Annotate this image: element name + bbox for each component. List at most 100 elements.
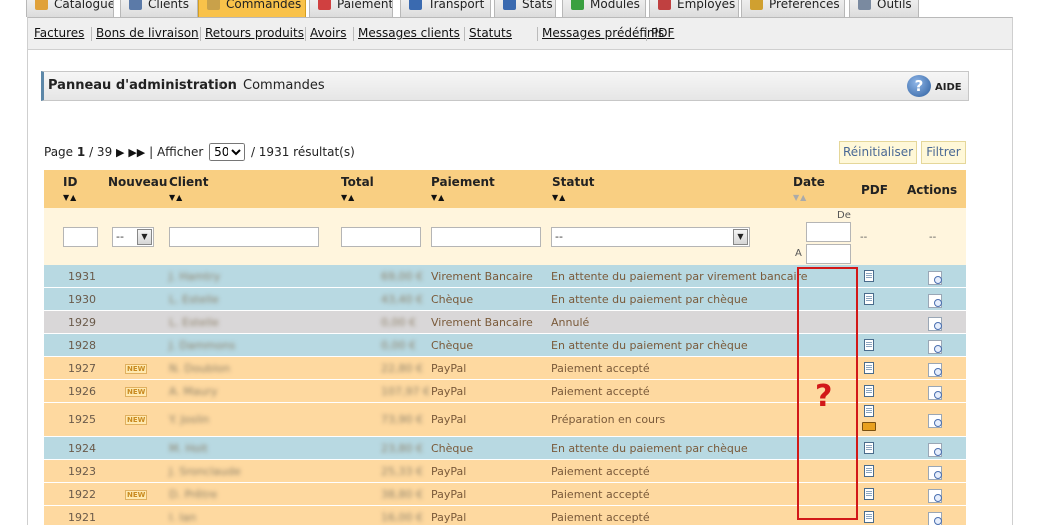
col-status[interactable]: Statut bbox=[552, 175, 595, 189]
filter-date-to-input[interactable] bbox=[806, 244, 851, 264]
order-total: 25,33 € bbox=[381, 465, 423, 478]
pdf-invoice-icon[interactable] bbox=[864, 511, 874, 523]
view-order-icon[interactable] bbox=[928, 489, 942, 503]
col-total[interactable]: Total bbox=[341, 175, 374, 189]
filter-new-select[interactable]: -- ▼ bbox=[112, 227, 154, 247]
order-status: Préparation en cours bbox=[551, 413, 666, 426]
order-total: 69,00 € bbox=[381, 270, 423, 283]
date-from-label: De bbox=[837, 210, 851, 221]
filter-row: -- ▼ -- ▼ De A -- -- bbox=[44, 208, 966, 265]
col-date[interactable]: Date bbox=[793, 175, 825, 189]
order-total: 38,80 € bbox=[381, 488, 423, 501]
col-client[interactable]: Client bbox=[169, 175, 208, 189]
view-order-icon[interactable] bbox=[928, 466, 942, 480]
order-total: 0,00 € bbox=[381, 316, 416, 329]
submenu-link-8[interactable]: PDF bbox=[651, 26, 674, 40]
submenu-link-5[interactable]: Messages clients bbox=[358, 26, 460, 40]
submenu-link-3[interactable]: Retours produits bbox=[205, 26, 304, 40]
view-order-icon[interactable] bbox=[928, 317, 942, 331]
per-page-select[interactable]: 50 bbox=[209, 143, 246, 161]
page-count: / 39 bbox=[89, 145, 113, 159]
reset-button[interactable]: Réinitialiser bbox=[839, 141, 917, 164]
filter-id-input[interactable] bbox=[63, 227, 98, 247]
sort-id-icon[interactable]: ▼▲ bbox=[63, 193, 77, 202]
pdf-invoice-icon[interactable] bbox=[864, 270, 874, 282]
submenu-link-1[interactable]: Factures bbox=[34, 26, 84, 40]
sort-client-icon[interactable]: ▼▲ bbox=[169, 193, 183, 202]
order-payment: Virement Bancaire bbox=[431, 316, 533, 329]
tab-clients[interactable]: Clients bbox=[120, 0, 198, 17]
order-status: Paiement accepté bbox=[551, 511, 650, 524]
view-order-icon[interactable] bbox=[928, 512, 942, 525]
submenu-link-2[interactable]: Bons de livraison bbox=[96, 26, 199, 40]
help-icon[interactable]: ? bbox=[907, 75, 931, 97]
order-payment: Chèque bbox=[431, 293, 474, 306]
order-client: J. Hamtry bbox=[169, 270, 221, 283]
view-order-icon[interactable] bbox=[928, 414, 942, 428]
filter-button[interactable]: Filtrer bbox=[921, 141, 966, 164]
order-status: En attente du paiement par chèque bbox=[551, 339, 748, 352]
order-total: 23,80 € bbox=[381, 442, 423, 455]
order-payment: PayPal bbox=[431, 511, 467, 524]
tab-label: Clients bbox=[148, 0, 189, 11]
order-client: A. Maury bbox=[169, 385, 218, 398]
tab-icon bbox=[503, 0, 516, 10]
tab-catalogue[interactable]: Catalogue bbox=[26, 0, 114, 17]
order-client: D. Prêtre bbox=[169, 488, 218, 501]
pdf-invoice-icon[interactable] bbox=[864, 465, 874, 477]
tab-icon bbox=[129, 0, 142, 10]
pdf-invoice-icon[interactable] bbox=[864, 293, 874, 305]
order-status: Paiement accepté bbox=[551, 465, 650, 478]
pdf-invoice-icon[interactable] bbox=[864, 362, 874, 374]
order-id: 1927 bbox=[68, 362, 96, 375]
pdf-invoice-icon[interactable] bbox=[864, 442, 874, 454]
tab-paiement[interactable]: Paiement bbox=[309, 0, 393, 17]
tab-icon bbox=[318, 0, 331, 10]
order-total: 43,40 € bbox=[381, 293, 423, 306]
view-order-icon[interactable] bbox=[928, 443, 942, 457]
order-id: 1929 bbox=[68, 316, 96, 329]
sort-date-icon[interactable]: ▼▲ bbox=[793, 193, 807, 202]
col-actions: Actions bbox=[907, 183, 958, 197]
view-order-icon[interactable] bbox=[928, 271, 942, 285]
view-order-icon[interactable] bbox=[928, 340, 942, 354]
tab-stats[interactable]: Stats bbox=[494, 0, 556, 17]
order-status: En attente du paiement par chèque bbox=[551, 293, 748, 306]
top-tab-bar: Catalogue Clients Commandes Paiement Transpo… bbox=[0, 0, 1050, 17]
sort-total-icon[interactable]: ▼▲ bbox=[341, 193, 355, 202]
tab-commandes[interactable]: Commandes bbox=[198, 0, 306, 17]
sort-payment-icon[interactable]: ▼▲ bbox=[431, 193, 445, 202]
table-header: ID ▼▲ Nouveau Client ▼▲ Total ▼▲ Paiemen… bbox=[44, 170, 966, 208]
order-client: L. Estelle bbox=[169, 316, 219, 329]
delivery-truck-icon[interactable] bbox=[862, 422, 876, 431]
tab-outils[interactable]: Outils bbox=[849, 0, 919, 17]
last-page-icon[interactable]: ▶▶ bbox=[128, 146, 145, 159]
col-id[interactable]: ID bbox=[63, 175, 77, 189]
filter-date-from-input[interactable] bbox=[806, 222, 851, 242]
filter-client-input[interactable] bbox=[169, 227, 319, 247]
help-button[interactable]: AIDE bbox=[935, 82, 962, 93]
pdf-invoice-icon[interactable] bbox=[864, 405, 874, 417]
pdf-invoice-icon[interactable] bbox=[864, 488, 874, 500]
view-order-icon[interactable] bbox=[928, 363, 942, 377]
tab-modules[interactable]: Modules bbox=[562, 0, 646, 17]
next-page-icon[interactable]: ▶ bbox=[116, 146, 124, 159]
view-order-icon[interactable] bbox=[928, 294, 942, 308]
order-client: N. Doublon bbox=[169, 362, 231, 375]
submenu-link-6[interactable]: Statuts bbox=[469, 26, 512, 40]
breadcrumb-root[interactable]: Panneau d'administration bbox=[48, 78, 237, 93]
pdf-invoice-icon[interactable] bbox=[864, 339, 874, 351]
pdf-invoice-icon[interactable] bbox=[864, 385, 874, 397]
tab-preferences[interactable]: Préférences bbox=[741, 0, 845, 17]
tab-transport[interactable]: Transport bbox=[400, 0, 491, 17]
filter-status-select[interactable]: -- ▼ bbox=[551, 227, 750, 247]
tab-employes[interactable]: Employés bbox=[649, 0, 739, 17]
col-new: Nouveau bbox=[108, 175, 168, 189]
filter-total-input[interactable] bbox=[341, 227, 421, 247]
filter-payment-input[interactable] bbox=[431, 227, 541, 247]
view-order-icon[interactable] bbox=[928, 386, 942, 400]
col-payment[interactable]: Paiement bbox=[431, 175, 495, 189]
new-badge: NEW bbox=[125, 490, 148, 500]
sort-status-icon[interactable]: ▼▲ bbox=[552, 193, 566, 202]
submenu-link-4[interactable]: Avoirs bbox=[310, 26, 346, 40]
